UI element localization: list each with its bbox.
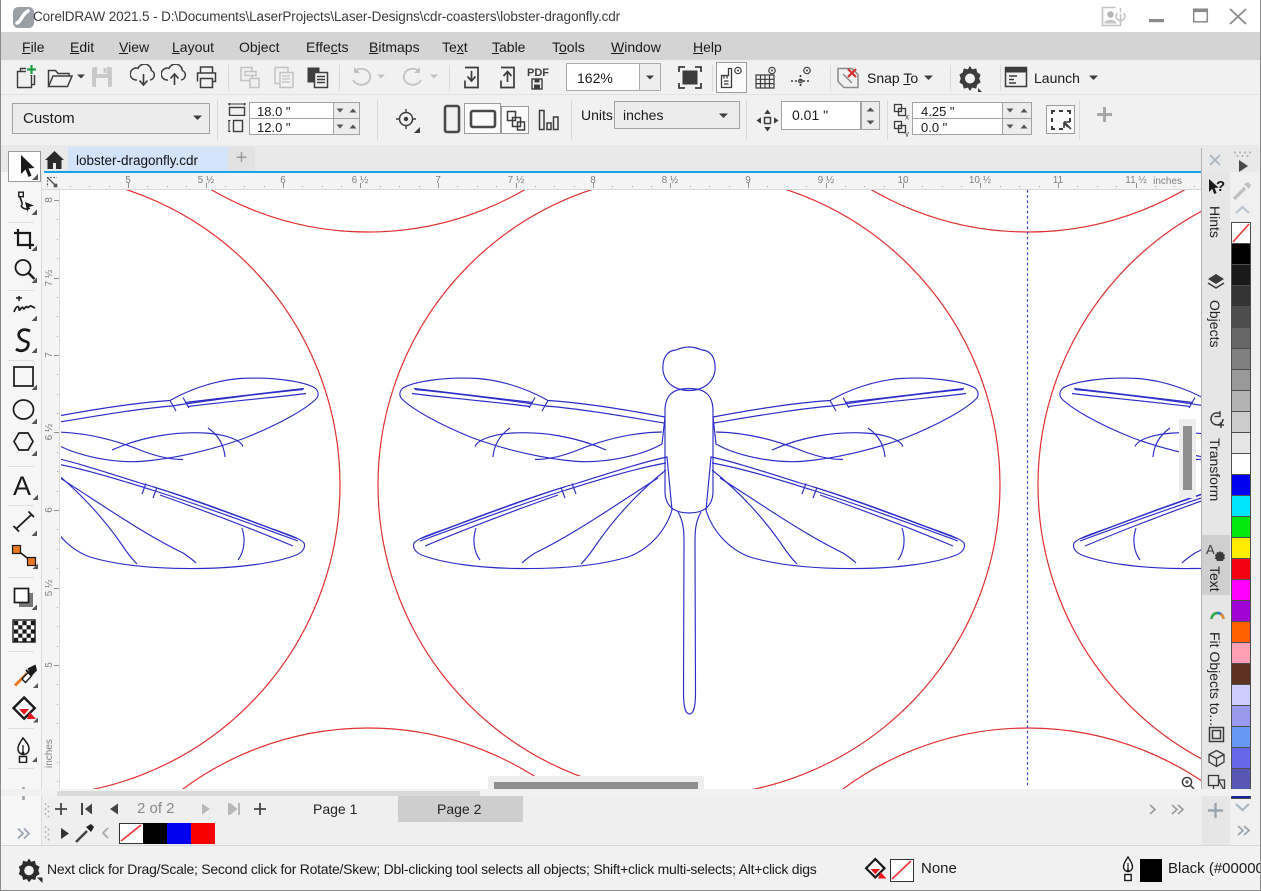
svg-text:A: A — [13, 471, 31, 501]
svg-text:y: y — [905, 130, 909, 138]
svg-text:x: x — [905, 113, 909, 121]
svg-text:?: ? — [1216, 178, 1225, 195]
svg-text:A: A — [1206, 542, 1215, 557]
